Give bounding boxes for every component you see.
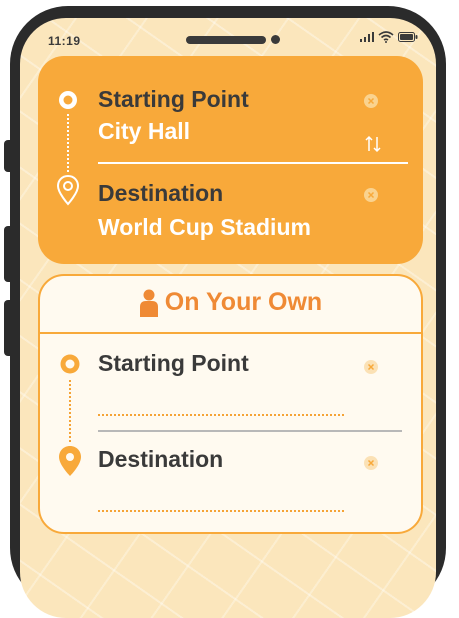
own-dest-input[interactable] (98, 510, 344, 512)
battery-icon (398, 32, 418, 42)
person-icon (139, 289, 158, 317)
start-label: Starting Point (98, 86, 249, 112)
own-origin-dot-icon (60, 354, 80, 374)
status-bar: 11:19 (20, 18, 436, 58)
own-title-row: On Your Own (40, 288, 421, 317)
own-clear-dest-icon[interactable] (364, 456, 378, 470)
destination-pin-icon (56, 174, 80, 206)
own-route-card: On Your Own Starting Point Destination (38, 274, 423, 534)
own-start-input[interactable] (98, 414, 344, 416)
own-clear-start-icon[interactable] (364, 360, 378, 374)
start-value[interactable]: City Hall (98, 118, 190, 145)
route-card: Starting Point City Hall Destination Wor… (38, 56, 423, 264)
phone-screen: 11:19 Starting Point City Hall Destinati… (20, 18, 436, 618)
system-icons (360, 31, 418, 43)
own-title-divider (40, 332, 421, 334)
speaker-notch (186, 36, 266, 44)
phone-frame: 11:19 Starting Point City Hall Destinati… (10, 6, 446, 618)
own-dest-label: Destination (98, 446, 224, 472)
dest-label: Destination (98, 180, 224, 206)
status-time: 11:19 (48, 34, 81, 48)
dest-value[interactable]: World Cup Stadium (98, 214, 311, 241)
own-route-divider (98, 430, 402, 432)
own-route-connector (69, 380, 71, 442)
wifi-icon (378, 31, 394, 43)
own-start-label: Starting Point (98, 350, 249, 376)
origin-dot-icon (59, 91, 77, 109)
own-destination-pin-icon (59, 446, 81, 476)
camera-dot (271, 35, 280, 44)
route-connector (67, 114, 69, 172)
own-title: On Your Own (164, 288, 323, 316)
swap-icon[interactable] (364, 134, 382, 154)
route-divider (98, 162, 408, 164)
signal-icon (360, 32, 374, 42)
clear-dest-icon[interactable] (364, 188, 378, 202)
clear-start-icon[interactable] (364, 94, 378, 108)
